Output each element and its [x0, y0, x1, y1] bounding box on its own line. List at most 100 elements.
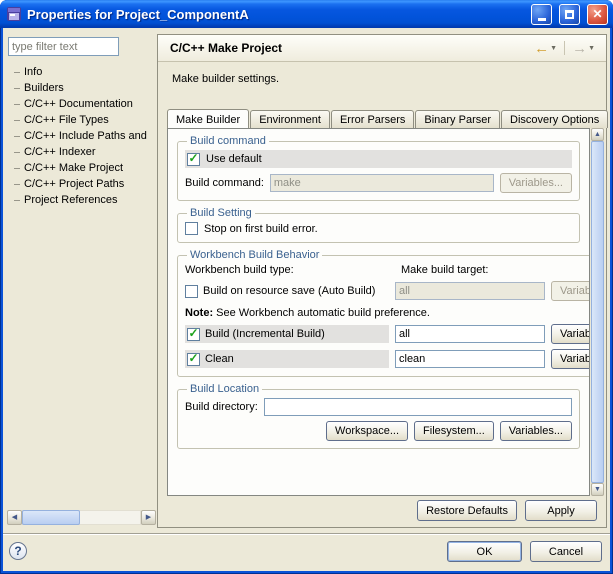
maximize-button[interactable]	[559, 4, 580, 25]
build-command-group: Build command ✓ Use default Build comman…	[177, 135, 580, 201]
window-title: Properties for Project_ComponentA	[27, 7, 524, 22]
scroll-left-icon: ◀	[12, 514, 17, 521]
tab-error-parsers[interactable]: Error Parsers	[331, 110, 414, 128]
stop-on-error-row: ✓ Stop on first build error.	[185, 222, 572, 235]
tab-environment[interactable]: Environment	[250, 110, 330, 128]
tree-item-builders[interactable]: Builders	[8, 80, 155, 96]
scroll-right-button[interactable]: ▶	[141, 510, 156, 525]
restore-defaults-button[interactable]: Restore Defaults	[417, 500, 517, 521]
scroll-down-icon: ▼	[594, 486, 601, 493]
build-command-input[interactable]	[270, 174, 494, 192]
forward-button[interactable]: → ▼	[569, 40, 598, 57]
close-button[interactable]: ✕	[587, 4, 608, 25]
workspace-button[interactable]: Workspace...	[326, 421, 408, 441]
build-command-variables-button[interactable]: Variables...	[500, 173, 572, 193]
titlebar[interactable]: Properties for Project_ComponentA ✕	[0, 0, 613, 28]
tree-item-label: C/C++ Documentation	[24, 96, 133, 112]
ok-button[interactable]: OK	[447, 541, 522, 562]
incremental-build-variables-button[interactable]: Variables...	[551, 324, 590, 344]
tree-branch-icon	[14, 88, 20, 89]
build-directory-label: Build directory:	[185, 401, 258, 413]
minimize-icon	[538, 18, 546, 21]
tab-bar: Make Builder Environment Error Parsers B…	[167, 110, 609, 128]
page-button-bar: Restore Defaults Apply	[417, 500, 597, 521]
minimize-button[interactable]	[531, 4, 552, 25]
tree-branch-icon	[14, 168, 20, 169]
tree-branch-icon	[14, 152, 20, 153]
clean-row: ✓ Clean Variables...	[185, 349, 590, 369]
cancel-button[interactable]: Cancel	[530, 541, 602, 562]
build-target-column-label: Make build target:	[401, 264, 488, 276]
tree-item-cpp-project-paths[interactable]: C/C++ Project Paths	[8, 176, 155, 192]
use-default-checkbox[interactable]: ✓	[187, 153, 200, 166]
filter-input[interactable]	[8, 37, 119, 56]
tree-branch-icon	[14, 184, 20, 185]
auto-build-variables-button[interactable]: Variables...	[551, 281, 590, 301]
tree-item-label: C/C++ Project Paths	[24, 176, 124, 192]
apply-button[interactable]: Apply	[525, 500, 597, 521]
filesystem-button[interactable]: Filesystem...	[414, 421, 494, 441]
clean-label-box: ✓ Clean	[185, 350, 389, 368]
h-scroll-track[interactable]	[22, 510, 141, 525]
build-setting-group: Build Setting ✓ Stop on first build erro…	[177, 207, 580, 243]
forward-icon: →	[572, 41, 587, 56]
tree-horizontal-scrollbar[interactable]: ◀ ▶	[7, 510, 156, 525]
tree-item-cpp-documentation[interactable]: C/C++ Documentation	[8, 96, 155, 112]
scroll-up-button[interactable]: ▲	[591, 128, 604, 141]
auto-build-checkbox[interactable]: ✓	[185, 285, 198, 298]
tab-make-builder[interactable]: Make Builder	[167, 109, 249, 128]
clean-target-input[interactable]	[395, 350, 545, 368]
tree-branch-icon	[14, 136, 20, 137]
help-button[interactable]: ?	[9, 542, 27, 560]
tree-item-project-references[interactable]: Project References	[8, 192, 155, 208]
auto-build-target-input[interactable]	[395, 282, 545, 300]
build-location-buttons: Workspace... Filesystem... Variables...	[185, 421, 572, 441]
tree-item-cpp-indexer[interactable]: C/C++ Indexer	[8, 144, 155, 160]
build-location-legend: Build Location	[187, 383, 262, 395]
tab-discovery-options[interactable]: Discovery Options	[501, 110, 608, 128]
note-text: See Workbench automatic build preference…	[213, 307, 430, 319]
page-vertical-scrollbar[interactable]: ▲ ▼	[591, 128, 604, 496]
auto-build-row: ✓ Build on resource save (Auto Build) Va…	[185, 281, 590, 301]
check-icon: ✓	[188, 352, 198, 364]
tab-content: Build command ✓ Use default Build comman…	[167, 128, 590, 496]
incremental-build-target-input[interactable]	[395, 325, 545, 343]
build-directory-row: Build directory:	[185, 398, 572, 416]
use-default-label: Use default	[206, 153, 262, 165]
tab-binary-parser[interactable]: Binary Parser	[415, 110, 500, 128]
stop-on-error-checkbox[interactable]: ✓	[185, 222, 198, 235]
scroll-down-button[interactable]: ▼	[591, 483, 604, 496]
clean-checkbox[interactable]: ✓	[187, 353, 200, 366]
stop-on-error-label: Stop on first build error.	[204, 223, 318, 235]
build-directory-input[interactable]	[264, 398, 572, 416]
tree-item-info[interactable]: Info	[8, 64, 155, 80]
page-title: C/C++ Make Project	[170, 41, 531, 55]
tree-item-cpp-make-project[interactable]: C/C++ Make Project	[8, 160, 155, 176]
tree-item-label: C/C++ Include Paths and	[24, 128, 147, 144]
page-description: Make builder settings.	[172, 73, 279, 85]
back-button[interactable]: ← ▼	[531, 40, 560, 57]
scroll-left-button[interactable]: ◀	[7, 510, 22, 525]
scroll-up-icon: ▲	[594, 131, 601, 138]
build-location-variables-button[interactable]: Variables...	[500, 421, 572, 441]
tree-item-label: C/C++ Make Project	[24, 160, 123, 176]
tree-branch-icon	[14, 120, 20, 121]
tree-item-cpp-include-paths[interactable]: C/C++ Include Paths and	[8, 128, 155, 144]
incremental-build-row: ✓ Build (Incremental Build) Variables...	[185, 324, 590, 344]
tree-item-label: Project References	[24, 192, 118, 208]
v-scroll-track[interactable]	[591, 141, 604, 483]
tree-branch-icon	[14, 72, 20, 73]
footer-separator	[3, 533, 610, 535]
build-setting-legend: Build Setting	[187, 207, 255, 219]
tree-item-label: Info	[24, 64, 42, 80]
tree-item-cpp-file-types[interactable]: C/C++ File Types	[8, 112, 155, 128]
check-icon: ✓	[188, 152, 198, 164]
page-panel: C/C++ Make Project ← ▼ → ▼ Make builder …	[157, 34, 607, 528]
v-scroll-thumb[interactable]	[591, 141, 604, 483]
tree-item-label: C/C++ File Types	[24, 112, 109, 128]
incremental-build-checkbox[interactable]: ✓	[187, 328, 200, 341]
check-icon: ✓	[188, 327, 198, 339]
build-command-label: Build command:	[185, 177, 264, 189]
clean-variables-button[interactable]: Variables...	[551, 349, 590, 369]
h-scroll-thumb[interactable]	[22, 510, 80, 525]
